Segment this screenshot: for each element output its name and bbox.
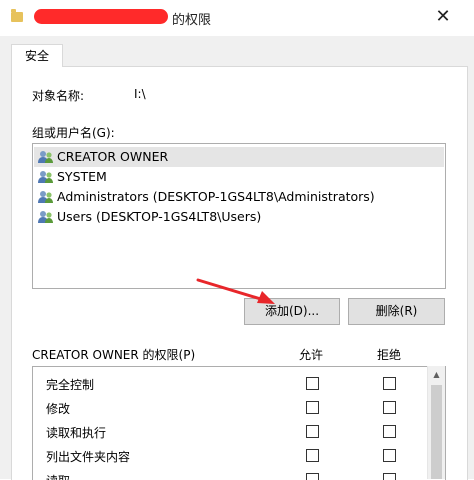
title-bar: 的权限 ✕ xyxy=(0,0,474,36)
table-row: 读取 xyxy=(33,467,427,480)
table-row: 列出文件夹内容 xyxy=(33,443,427,467)
permission-name: 修改 xyxy=(46,402,71,416)
list-item[interactable]: Users (DESKTOP-1GS4LT8\Users) xyxy=(34,207,444,227)
close-button[interactable]: ✕ xyxy=(428,4,458,30)
deny-checkbox[interactable] xyxy=(383,377,396,390)
table-row: 读取和执行 xyxy=(33,419,427,443)
permissions-label: CREATOR OWNER 的权限(P) xyxy=(32,348,196,362)
user-name: Users (DESKTOP-1GS4LT8\Users) xyxy=(57,209,262,224)
permissions-list: 完全控制 修改 读取和执行 列出文件夹内容 读取 xyxy=(32,366,446,480)
redacted-title-region xyxy=(34,9,168,24)
deny-column-header: 拒绝 xyxy=(377,348,402,362)
scroll-up-arrow-icon[interactable]: ▲ xyxy=(428,366,445,383)
user-group-icon xyxy=(38,171,53,183)
tab-security[interactable]: 安全 xyxy=(11,44,63,67)
user-name: SYSTEM xyxy=(57,169,107,184)
allow-checkbox[interactable] xyxy=(306,425,319,438)
deny-checkbox[interactable] xyxy=(383,425,396,438)
deny-checkbox[interactable] xyxy=(383,401,396,414)
user-group-icon xyxy=(38,151,53,163)
groups-label: 组或用户名(G): xyxy=(32,126,115,140)
folder-icon xyxy=(11,9,23,22)
permission-name: 读取和执行 xyxy=(46,426,107,440)
annotation-arrow xyxy=(196,278,275,304)
permission-name: 完全控制 xyxy=(46,378,95,392)
user-group-icon xyxy=(38,211,53,223)
list-item[interactable]: Administrators (DESKTOP-1GS4LT8\Administ… xyxy=(34,187,444,207)
user-name: Administrators (DESKTOP-1GS4LT8\Administ… xyxy=(57,189,375,204)
object-name-value: I:\ xyxy=(134,87,146,101)
object-name-label: 对象名称: xyxy=(32,89,85,103)
permissions-scrollbar[interactable]: ▲ xyxy=(427,366,445,479)
allow-checkbox[interactable] xyxy=(306,449,319,462)
allow-checkbox[interactable] xyxy=(306,401,319,414)
list-item[interactable]: SYSTEM xyxy=(34,167,444,187)
deny-checkbox[interactable] xyxy=(383,449,396,462)
table-row: 修改 xyxy=(33,395,427,419)
user-group-icon xyxy=(38,191,53,203)
window-title: 的权限 xyxy=(172,13,212,28)
scroll-thumb[interactable] xyxy=(431,385,442,479)
permission-name: 列出文件夹内容 xyxy=(46,450,131,464)
user-name: CREATOR OWNER xyxy=(57,149,169,164)
allow-column-header: 允许 xyxy=(299,348,324,362)
remove-button[interactable]: 删除(R) xyxy=(348,298,445,325)
list-item[interactable]: CREATOR OWNER xyxy=(34,147,444,167)
allow-checkbox[interactable] xyxy=(306,377,319,390)
table-row: 完全控制 xyxy=(33,371,427,395)
